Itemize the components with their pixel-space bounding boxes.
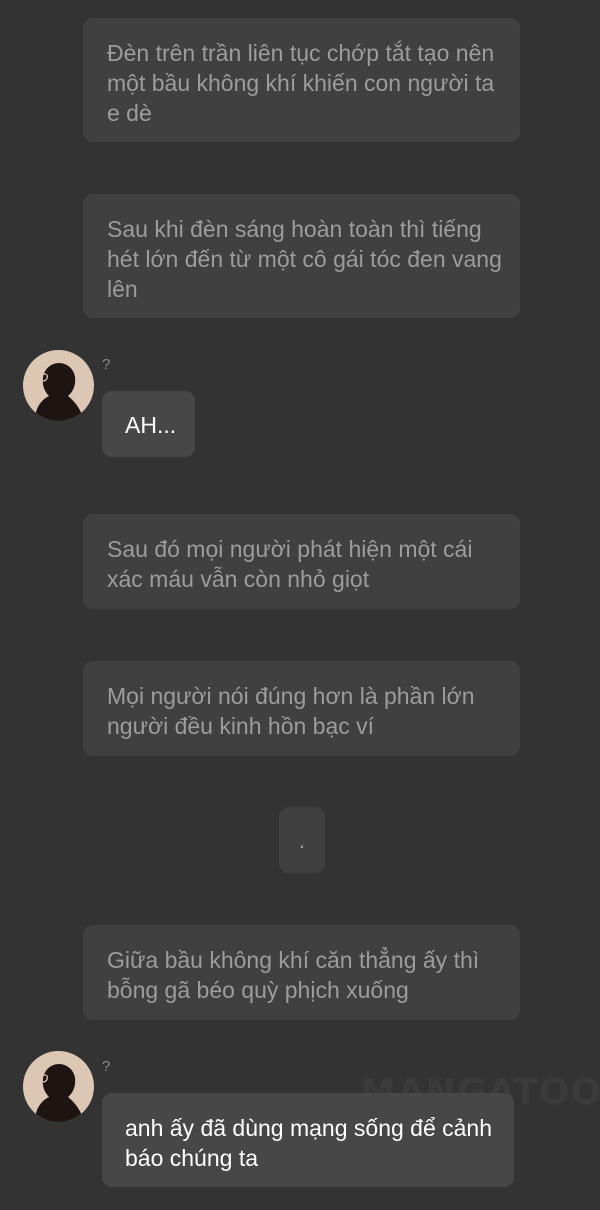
narration-text: Sau khi đèn sáng hoàn toàn thì tiếng hét…: [107, 216, 502, 302]
speaker-name: ?: [102, 356, 111, 373]
speech-text: anh ấy đã dùng mạng sống để cảnh báo chú…: [125, 1115, 493, 1171]
narration-text: Mọi người nói đúng hơn là phần lớn người…: [107, 683, 475, 739]
silhouette-avatar-icon[interactable]: [23, 1051, 94, 1122]
narration-bubble: Mọi người nói đúng hơn là phần lớn người…: [83, 661, 520, 756]
narration-bubble: Sau khi đèn sáng hoàn toàn thì tiếng hét…: [83, 194, 520, 318]
speech-bubble: AH...: [102, 391, 195, 457]
narration-text: Giữa bầu không khí căn thẳng ấy thì bỗng…: [107, 947, 480, 1003]
silhouette-avatar-icon[interactable]: [23, 350, 94, 421]
narration-bubble: .: [279, 807, 325, 873]
narration-bubble: Giữa bầu không khí căn thẳng ấy thì bỗng…: [83, 925, 520, 1020]
narration-text: Đèn trên trần liên tục chớp tắt tạo nên …: [107, 40, 495, 126]
speech-bubble: anh ấy đã dùng mạng sống để cảnh báo chú…: [102, 1093, 514, 1187]
narration-text: .: [298, 827, 306, 853]
speech-text: AH...: [125, 412, 177, 438]
narration-bubble: Sau đó mọi người phát hiện một cái xác m…: [83, 514, 520, 609]
speaker-name: ?: [102, 1058, 111, 1075]
narration-text: Sau đó mọi người phát hiện một cái xác m…: [107, 536, 473, 592]
narration-bubble: Đèn trên trần liên tục chớp tắt tạo nên …: [83, 18, 520, 142]
